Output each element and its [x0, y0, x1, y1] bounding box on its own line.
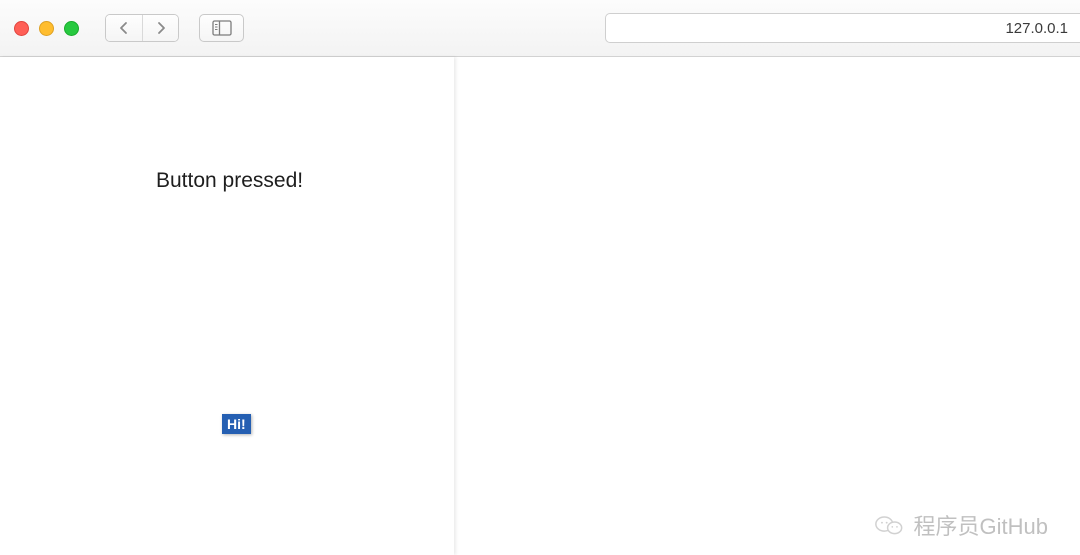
back-button[interactable]	[106, 15, 142, 41]
chevron-left-icon	[118, 21, 130, 35]
status-message: Button pressed!	[156, 169, 303, 193]
forward-button[interactable]	[142, 15, 178, 41]
minimize-window-button[interactable]	[39, 21, 54, 36]
left-pane: Button pressed! Hi!	[0, 57, 454, 555]
wechat-icon	[874, 510, 904, 540]
sidebar-toggle-button[interactable]	[199, 14, 244, 42]
watermark-text: 程序员GitHub	[914, 509, 1048, 541]
watermark: 程序员GitHub	[874, 509, 1048, 541]
address-text: 127.0.0.1	[1005, 20, 1068, 37]
hi-button[interactable]: Hi!	[222, 414, 251, 434]
right-pane	[454, 57, 1080, 555]
address-bar-container: 127.0.0.1	[605, 13, 1080, 43]
chevron-right-icon	[155, 21, 167, 35]
maximize-window-button[interactable]	[64, 21, 79, 36]
window-controls	[14, 21, 79, 36]
close-window-button[interactable]	[14, 21, 29, 36]
sidebar-icon	[212, 20, 232, 36]
nav-buttons-group	[105, 14, 179, 42]
content-area: Button pressed! Hi! 程序员GitHub	[0, 57, 1080, 555]
address-bar[interactable]: 127.0.0.1	[605, 13, 1080, 43]
browser-toolbar: 127.0.0.1	[0, 0, 1080, 57]
